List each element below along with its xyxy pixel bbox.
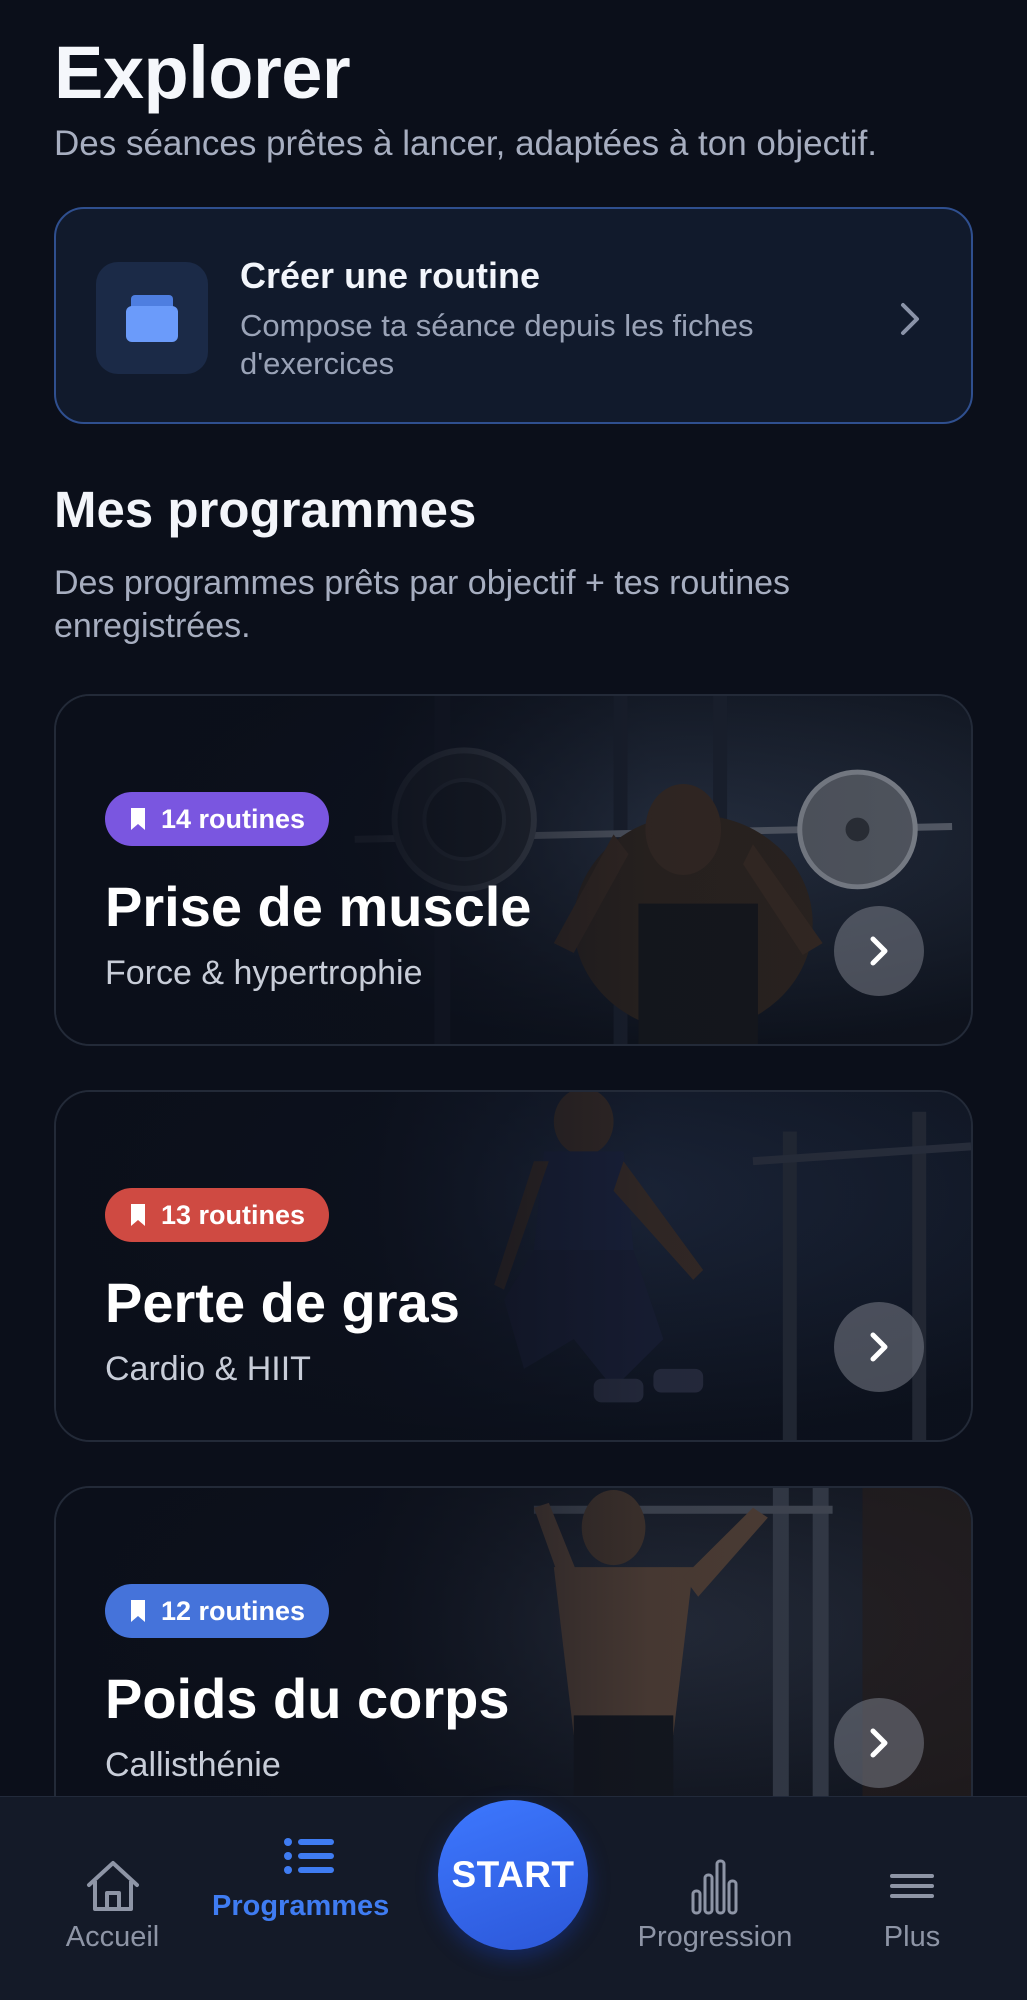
routine-count-badge: 12 routines: [105, 1584, 330, 1638]
badge-label: 13 routines: [161, 1199, 306, 1230]
bookmark-icon: [131, 808, 145, 830]
section-title: Mes programmes: [54, 481, 477, 538]
nav-item-more[interactable]: Plus: [862, 1857, 962, 1954]
home-icon: [86, 1861, 139, 1911]
bar-chart-icon: [691, 1859, 738, 1915]
open-program-button[interactable]: [834, 1698, 924, 1788]
menu-icon: [890, 1874, 934, 1898]
start-button[interactable]: START: [438, 1800, 588, 1950]
bookmark-icon: [131, 1600, 145, 1622]
nav-label: Plus: [883, 1921, 941, 1953]
open-program-button[interactable]: [834, 906, 924, 996]
nav-item-programs[interactable]: Programmes: [212, 1837, 412, 1925]
program-title: Perte de gras: [105, 1271, 460, 1334]
open-program-button[interactable]: [834, 1302, 924, 1392]
create-routine-title: Créer une routine: [240, 255, 541, 296]
page-subtitle: Des séances prêtes à lancer, adaptées à …: [54, 124, 878, 163]
program-card-bodyweight[interactable]: 12 routines Poids du corps Callisthénie: [54, 1486, 973, 1838]
create-routine-description: Compose ta séance depuis les fiches d'ex…: [240, 308, 754, 381]
explorer-screen: Explorer Des séances prêtes à lancer, ad…: [0, 0, 1027, 2000]
nav-label: Progression: [637, 1921, 793, 1953]
chevron-right-icon: [870, 1332, 888, 1362]
badge-label: 14 routines: [161, 803, 306, 834]
badge-label: 12 routines: [161, 1595, 306, 1626]
program-title: Prise de muscle: [105, 875, 532, 938]
chevron-right-icon: [901, 303, 919, 335]
nav-item-progress[interactable]: Progression: [625, 1857, 805, 1954]
routine-count-badge: 14 routines: [105, 792, 330, 846]
program-title: Poids du corps: [105, 1667, 510, 1730]
stacked-cards-icon: [96, 262, 208, 374]
section-description: Des programmes prêts par objectif + tes …: [54, 564, 791, 645]
chevron-right-icon: [870, 1728, 888, 1758]
page-title: Explorer: [54, 31, 351, 114]
chevron-right-icon: [870, 936, 888, 966]
program-subtitle: Force & hypertrophie: [105, 954, 423, 992]
create-routine-card[interactable]: Créer une routine Compose ta séance depu…: [54, 207, 973, 424]
program-subtitle: Cardio & HIIT: [105, 1350, 311, 1388]
nav-label: Accueil: [65, 1921, 160, 1953]
program-card-muscle[interactable]: 14 routines Prise de muscle Force & hype…: [54, 694, 973, 1046]
nav-label: Programmes: [212, 1890, 390, 1922]
bookmark-icon: [131, 1204, 145, 1226]
program-card-fat-loss[interactable]: 13 routines Perte de gras Cardio & HIIT: [54, 1090, 973, 1442]
list-icon: [284, 1838, 334, 1874]
nav-item-home[interactable]: Accueil: [50, 1857, 175, 1954]
routine-count-badge: 13 routines: [105, 1188, 330, 1242]
program-subtitle: Callisthénie: [105, 1746, 281, 1784]
